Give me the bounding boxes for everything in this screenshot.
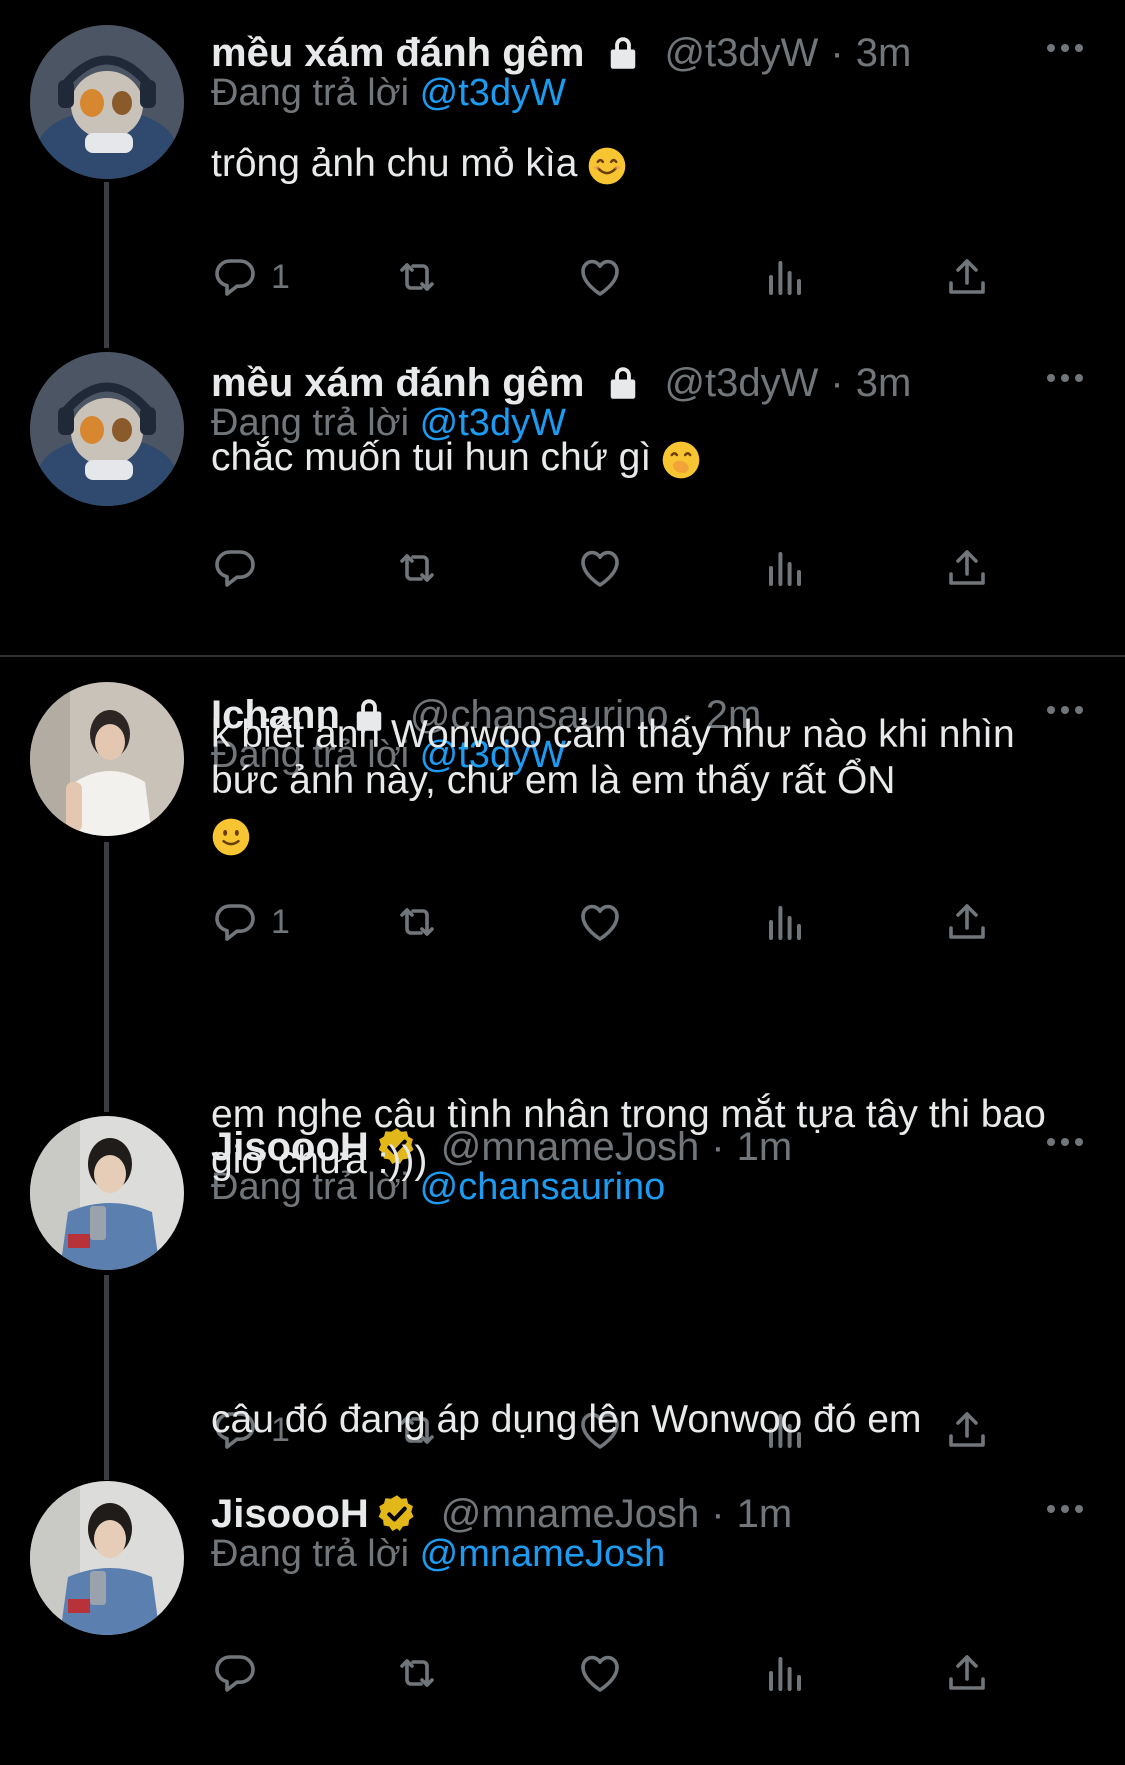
heart-icon xyxy=(576,253,624,301)
handle[interactable]: @t3dyW xyxy=(664,361,818,406)
verified-icon xyxy=(375,1492,419,1536)
analytics-icon xyxy=(761,253,809,301)
tweet-text: câu đó đang áp dụng lên Wonwoo đó em xyxy=(211,1397,1091,1443)
like-button[interactable] xyxy=(576,1643,624,1703)
more-icon[interactable] xyxy=(1045,28,1085,68)
reply-button[interactable]: 1 xyxy=(211,247,290,307)
tweet-text-content: em nghe câu tình nhân trong mắt tựa tây … xyxy=(211,1093,1046,1182)
analytics-icon xyxy=(761,898,809,946)
display-name[interactable]: JisoooH xyxy=(211,1492,369,1537)
separator: · xyxy=(711,1491,725,1536)
reply-icon xyxy=(211,253,259,301)
share-button[interactable] xyxy=(943,247,991,307)
tweet-text: trông ảnh chu mỏ kìa xyxy=(211,138,1091,190)
lock-icon xyxy=(602,32,644,74)
separator: · xyxy=(830,30,844,75)
reply-icon xyxy=(211,544,259,592)
timestamp[interactable]: 3m xyxy=(856,31,912,76)
reply-button[interactable]: 1 xyxy=(211,892,290,952)
tweet-text-content: k biết anh Wonwoo cảm thấy như nào khi n… xyxy=(211,713,1015,802)
share-icon xyxy=(943,898,991,946)
reply-button[interactable] xyxy=(211,538,271,598)
analytics-icon xyxy=(761,544,809,592)
heart-icon xyxy=(576,898,624,946)
tweet-text-content: câu đó đang áp dụng lên Wonwoo đó em xyxy=(211,1398,922,1441)
retweet-icon xyxy=(393,544,441,592)
tweet-text-content: trông ảnh chu mỏ kìa xyxy=(211,142,578,185)
replying-to-label: Đang trả lời xyxy=(211,72,410,114)
retweet-icon xyxy=(393,1649,441,1697)
share-icon xyxy=(943,1649,991,1697)
tweet-text: chắc muốn tui hun chứ gì xyxy=(211,432,1091,484)
action-bar xyxy=(211,1643,1011,1703)
share-button[interactable] xyxy=(943,892,991,952)
mention-link[interactable]: @t3dyW xyxy=(420,72,566,114)
tweet-text: em nghe câu tình nhân trong mắt tựa tây … xyxy=(211,1092,1071,1184)
tweet-text: k biết anh Wonwoo cảm thấy như nào khi n… xyxy=(211,712,1081,870)
smiling-face-emoji xyxy=(587,146,627,186)
analytics-icon xyxy=(761,1649,809,1697)
replying-to: Đang trả lời @mnameJosh xyxy=(211,1533,665,1576)
reply-icon xyxy=(211,1649,259,1697)
timestamp[interactable]: 3m xyxy=(856,361,912,406)
avatar[interactable] xyxy=(30,25,184,179)
heart-icon xyxy=(576,544,624,592)
like-button[interactable] xyxy=(576,247,624,307)
slightly-smiling-emoji xyxy=(211,817,251,857)
hand-over-mouth-emoji xyxy=(661,440,701,480)
divider xyxy=(0,655,1125,657)
reply-button[interactable] xyxy=(211,1643,271,1703)
reply-count: 1 xyxy=(271,257,290,296)
tweet-header: mều xám đánh gêm @t3dyW · 3m xyxy=(211,28,911,78)
retweet-icon xyxy=(393,253,441,301)
avatar[interactable] xyxy=(30,682,184,836)
display-name[interactable]: mều xám đánh gêm xyxy=(211,361,584,406)
handle[interactable]: @mnameJosh xyxy=(441,1492,699,1537)
retweet-icon xyxy=(393,898,441,946)
share-button[interactable] xyxy=(943,1643,991,1703)
share-icon xyxy=(943,253,991,301)
views-button[interactable] xyxy=(761,247,809,307)
retweet-button[interactable] xyxy=(393,538,441,598)
separator: · xyxy=(830,360,844,405)
display-name[interactable]: mều xám đánh gêm xyxy=(211,31,584,76)
timestamp[interactable]: 1m xyxy=(737,1492,793,1537)
views-button[interactable] xyxy=(761,1643,809,1703)
views-button[interactable] xyxy=(761,892,809,952)
action-bar: 1 xyxy=(211,247,1011,307)
lock-icon xyxy=(602,362,644,404)
replying-to-label: Đang trả lời xyxy=(211,1533,410,1575)
handle[interactable]: @t3dyW xyxy=(664,31,818,76)
avatar[interactable] xyxy=(30,352,184,506)
avatar[interactable] xyxy=(30,1116,184,1270)
tweet-header: mều xám đánh gêm @t3dyW · 3m xyxy=(211,358,911,408)
avatar[interactable] xyxy=(30,1481,184,1635)
retweet-button[interactable] xyxy=(393,892,441,952)
tweet[interactable]: Ichann @chansaurino · 2m Đang trả lời @t… xyxy=(0,660,1125,1090)
action-bar xyxy=(211,538,1011,598)
tweet-header: JisoooH @mnameJosh · 1m xyxy=(211,1489,792,1539)
share-button[interactable] xyxy=(943,538,991,598)
more-icon[interactable] xyxy=(1045,358,1085,398)
tweet[interactable]: mều xám đánh gêm @t3dyW · 3m Đang trả lờ… xyxy=(0,330,1125,660)
more-icon[interactable] xyxy=(1045,1489,1085,1529)
reply-icon xyxy=(211,898,259,946)
views-button[interactable] xyxy=(761,538,809,598)
like-button[interactable] xyxy=(576,892,624,952)
retweet-button[interactable] xyxy=(393,247,441,307)
tweet-text-content: chắc muốn tui hun chứ gì xyxy=(211,436,652,479)
tweet[interactable]: mều xám đánh gêm @t3dyW · 3m Đang trả lờ… xyxy=(0,0,1125,330)
reply-count: 1 xyxy=(271,902,290,941)
replying-to: Đang trả lời @t3dyW xyxy=(211,72,566,115)
retweet-button[interactable] xyxy=(393,1643,441,1703)
heart-icon xyxy=(576,1649,624,1697)
like-button[interactable] xyxy=(576,538,624,598)
mention-link[interactable]: @mnameJosh xyxy=(420,1533,666,1575)
share-icon xyxy=(943,544,991,592)
tweet[interactable]: JisoooH @mnameJosh · 1m Đang trả lời @mn… xyxy=(0,1398,1125,1765)
action-bar: 1 xyxy=(211,892,1011,952)
